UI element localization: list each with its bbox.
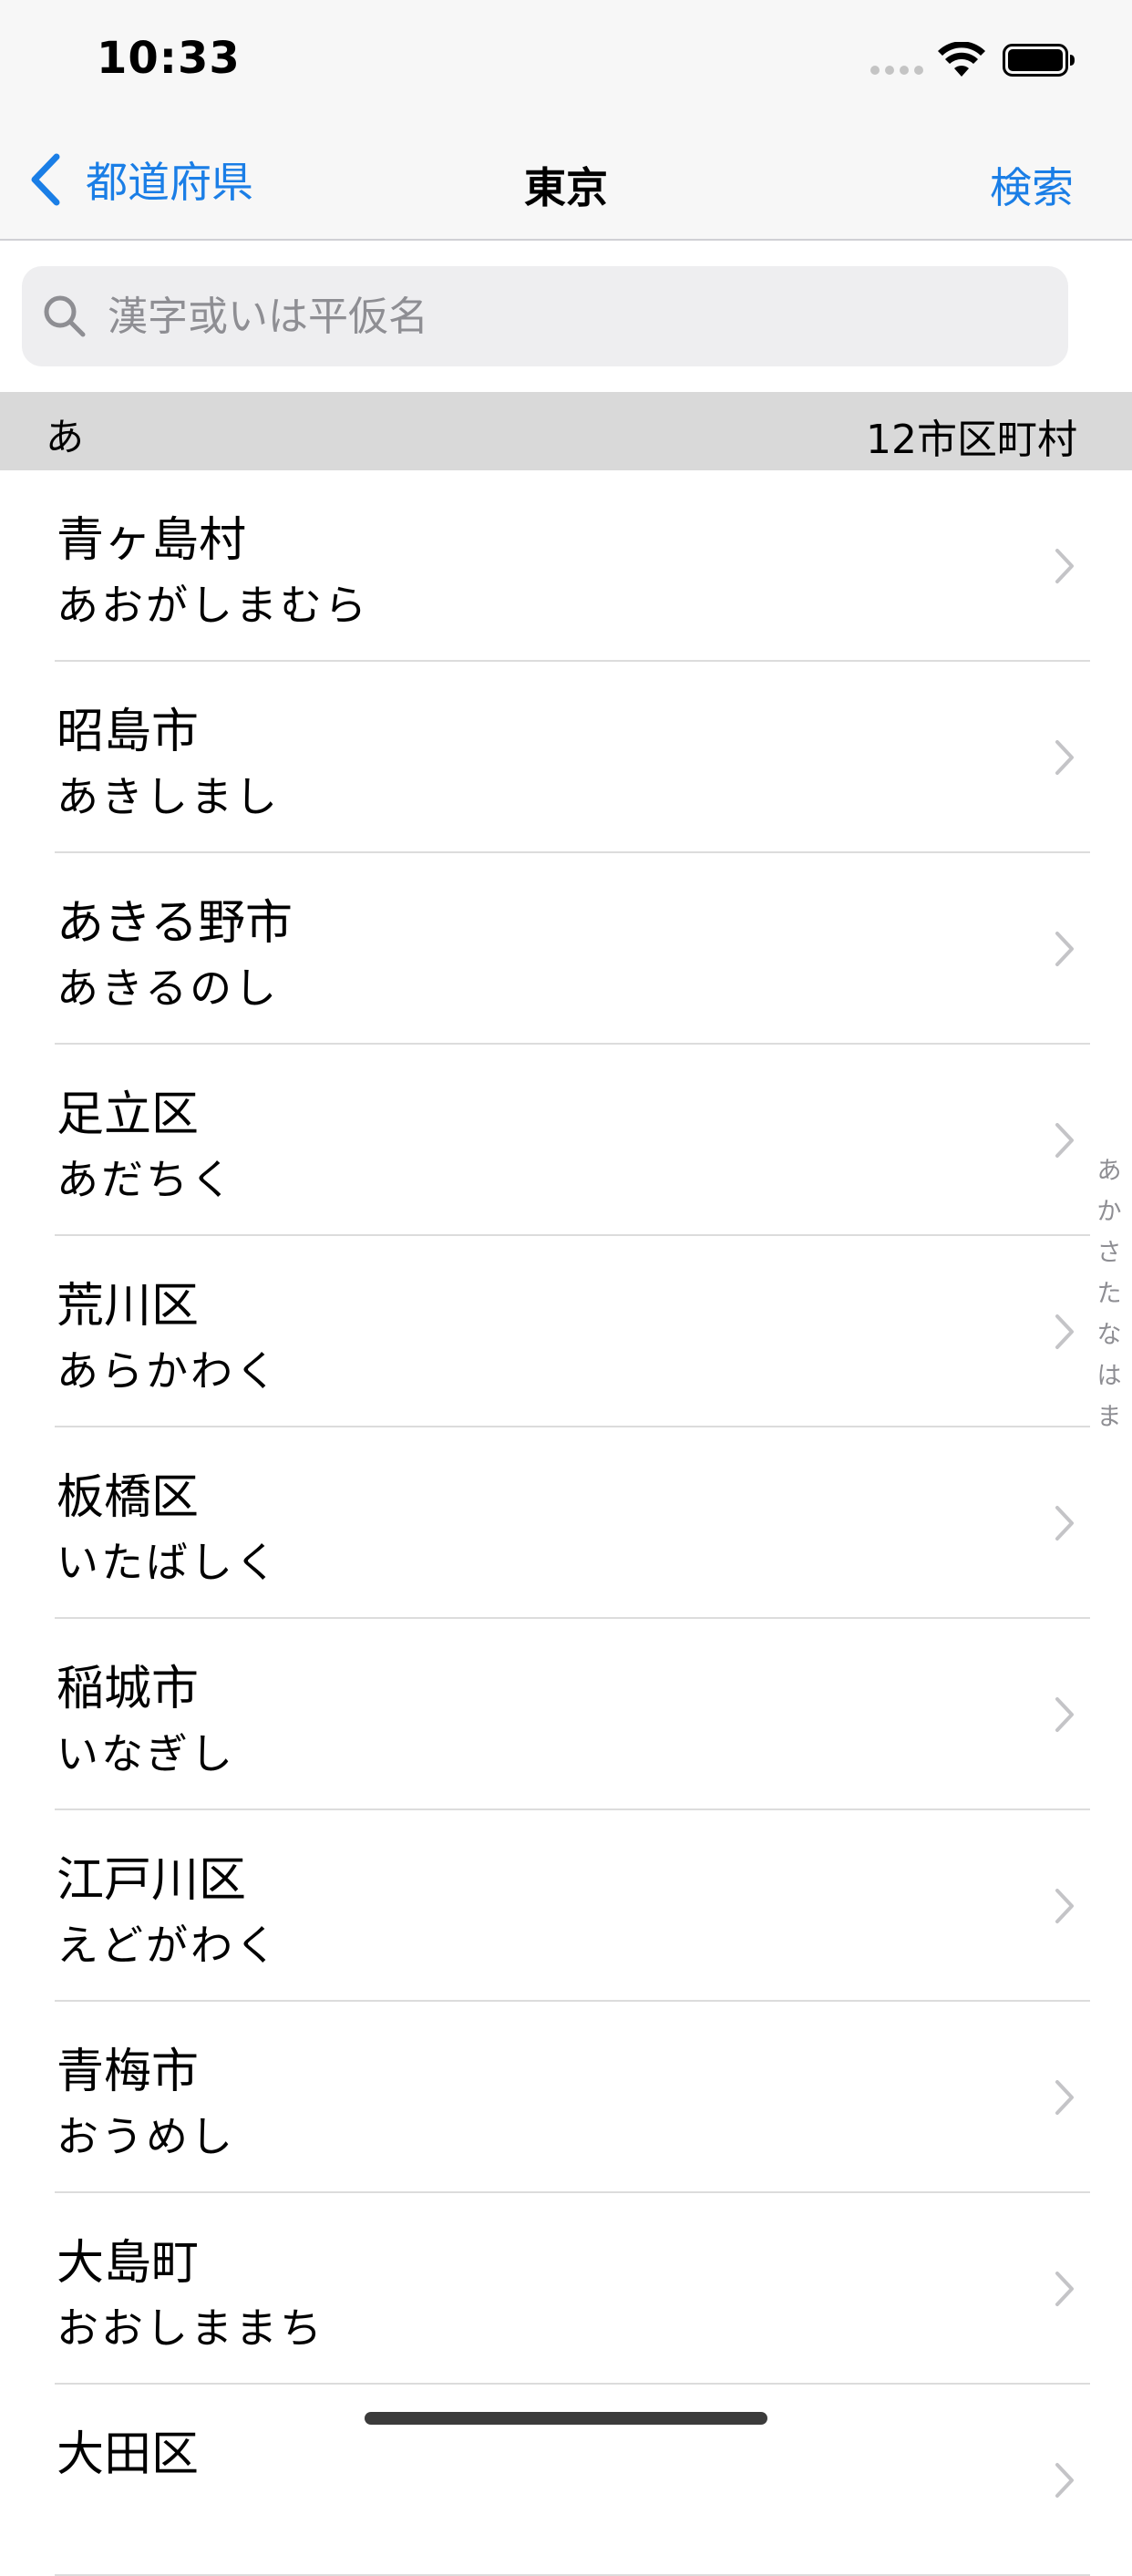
section-index-item[interactable]: な (1097, 1314, 1122, 1355)
item-name: 昭島市 (57, 705, 200, 759)
search-bar[interactable] (22, 266, 1068, 366)
item-reading: あきしまし (57, 772, 280, 821)
item-reading: あきるのし (57, 963, 280, 1013)
municipality-list: 青ヶ島村 あおがしまむら 昭島市 あきしまし あきる野市 あきるのし 足立区 あ… (0, 470, 1132, 2576)
list-item[interactable]: 稲城市 いなぎし (0, 1619, 1132, 1810)
page-title: 東京 (524, 163, 608, 212)
item-reading: おおしままち (57, 2303, 324, 2353)
chevron-right-icon (1055, 2080, 1074, 2115)
item-reading: あらかわく (57, 1346, 280, 1396)
status-time: 10:33 (97, 33, 241, 84)
item-reading: いなぎし (57, 1729, 235, 1778)
status-bar: 10:33 (0, 0, 1132, 120)
item-name: あきる野市 (57, 896, 293, 951)
list-item[interactable]: 青梅市 おうめし (0, 2002, 1132, 2193)
item-reading: えどがわく (57, 1921, 280, 1970)
list-item[interactable]: 昭島市 あきしまし (0, 662, 1132, 853)
item-name: 大島町 (57, 2236, 200, 2291)
item-name: 荒川区 (57, 1279, 200, 1334)
section-index-item[interactable]: た (1097, 1273, 1122, 1314)
section-header-count: 12市区町村 (866, 417, 1077, 463)
search-icon (44, 295, 86, 337)
chevron-right-icon (1055, 2463, 1074, 2498)
section-header: あ 12市区町村 (0, 392, 1132, 470)
chevron-right-icon (1055, 740, 1074, 775)
chevron-right-icon (1055, 1506, 1074, 1540)
wifi-icon (938, 42, 985, 77)
chevron-right-icon (1055, 1123, 1074, 1158)
section-index-item[interactable]: は (1097, 1355, 1122, 1396)
item-name: 江戸川区 (57, 1853, 247, 1908)
item-reading: おうめし (57, 2112, 235, 2161)
item-name: 青梅市 (57, 2045, 200, 2099)
item-reading: いたばしく (57, 1538, 280, 1587)
battery-icon (1003, 44, 1075, 77)
item-reading: あだちく (57, 1155, 235, 1204)
list-item[interactable]: 青ヶ島村 あおがしまむら (0, 470, 1132, 662)
chevron-right-icon (1055, 932, 1074, 966)
home-indicator[interactable] (365, 2412, 767, 2425)
list-item[interactable]: 大島町 おおしままち (0, 2193, 1132, 2385)
list-item[interactable]: 足立区 あだちく (0, 1045, 1132, 1236)
list-item[interactable]: あきる野市 あきるのし (0, 853, 1132, 1045)
navigation-bar: 都道府県 東京 検索 (0, 120, 1132, 241)
item-reading: あおがしまむら (57, 581, 369, 630)
section-index-item[interactable]: ま (1097, 1396, 1122, 1437)
section-index-item[interactable]: さ (1097, 1232, 1122, 1273)
list-item[interactable]: 荒川区 あらかわく (0, 1236, 1132, 1427)
cellular-signal-icon (870, 66, 923, 75)
search-input[interactable] (106, 292, 1003, 341)
chevron-right-icon (1055, 1697, 1074, 1732)
chevron-right-icon (1055, 2272, 1074, 2306)
item-name: 稲城市 (57, 1662, 200, 1716)
section-index[interactable]: あ か さ た な は ま (1094, 1150, 1125, 1437)
item-name: 足立区 (57, 1087, 200, 1142)
item-name: 青ヶ島村 (57, 513, 247, 568)
chevron-right-icon (1055, 549, 1074, 583)
section-index-item[interactable]: あ (1097, 1150, 1122, 1191)
section-index-item[interactable]: か (1097, 1191, 1122, 1232)
chevron-right-icon (1055, 1889, 1074, 1923)
list-item[interactable]: 江戸川区 えどがわく (0, 1810, 1132, 2002)
chevron-right-icon (1055, 1314, 1074, 1349)
section-header-letter: あ (46, 415, 85, 459)
item-name: 板橋区 (57, 1470, 200, 1525)
list-item[interactable]: 板橋区 いたばしく (0, 1427, 1132, 1619)
search-button[interactable]: 検索 (990, 155, 1074, 215)
